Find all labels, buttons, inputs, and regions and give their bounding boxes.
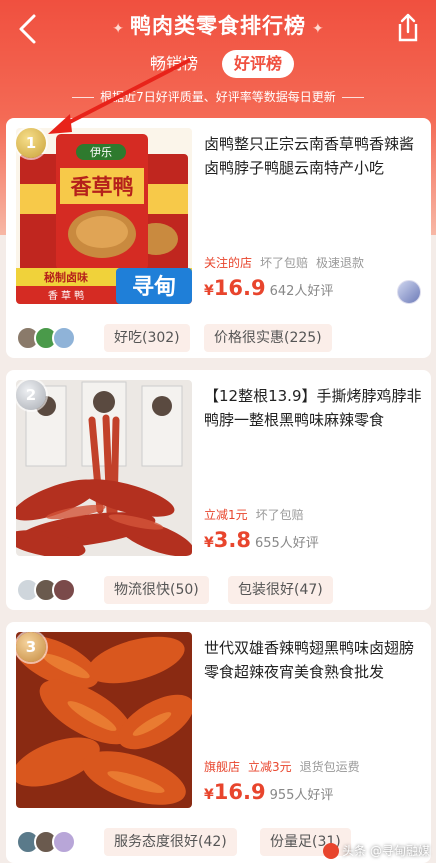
tab-good-reviews[interactable]: 好评榜 xyxy=(222,50,295,78)
tag-return-shipping: 退货包运费 xyxy=(299,760,360,774)
good-review-count-2: 655人好评 xyxy=(254,536,319,551)
package-strip-text: 秘制卤味 xyxy=(44,270,88,284)
duck-package-image: 伊乐 香草鸭 秘制卤味 香 草 鸭 寻甸 xyxy=(16,128,192,304)
review-tag[interactable]: 物流很快(50) xyxy=(104,576,209,604)
tag-flagship: 旗舰店 xyxy=(204,760,241,774)
review-tag[interactable]: 好吃(302) xyxy=(104,324,190,352)
package-sub-text: 香 草 鸭 xyxy=(48,289,84,302)
image-brand-label: 寻甸 xyxy=(132,274,176,300)
rank-medal-1: 1 xyxy=(16,128,46,158)
product-image-1[interactable]: 伊乐 香草鸭 秘制卤味 香 草 鸭 寻甸 xyxy=(16,128,192,304)
product-price-3: 16.9 xyxy=(213,780,266,804)
price-row-1: ¥16.9 642人好评 xyxy=(204,276,334,300)
product-card-2[interactable]: 2 【12整根13.9】手撕烤脖鸡脖非鸭脖一整根黑鸭味麻辣零食 立减1元 坏了包赔… xyxy=(6,370,431,610)
price-row-3: ¥16.9 955人好评 xyxy=(204,780,334,804)
duck-neck-image xyxy=(16,380,192,556)
share-icon[interactable] xyxy=(394,12,422,44)
title-ornament-left: ✦ xyxy=(112,20,124,37)
review-row-1: 好吃(302) 价格很实惠(225) xyxy=(16,322,426,354)
review-tag[interactable]: 包装很好(47) xyxy=(228,576,333,604)
price-row-2: ¥3.8 655人好评 xyxy=(204,528,319,552)
product-tags-1: 关注的店 坏了包赔 极速退款 xyxy=(204,254,372,271)
watermark: 头条 @寻甸融媒 xyxy=(323,842,430,859)
package-brand-text: 伊乐 xyxy=(90,146,112,159)
product-price-2: 3.8 xyxy=(213,528,251,552)
product-tags-3: 旗舰店 立减3元 退货包运费 xyxy=(204,758,368,775)
package-name-text: 香草鸭 xyxy=(71,175,134,199)
duck-wing-image xyxy=(16,632,192,808)
avatar xyxy=(52,830,76,854)
tag-discount: 立减3元 xyxy=(248,760,292,774)
review-row-2: 物流很快(50) 包装很好(47) xyxy=(16,574,426,606)
tag-fast-refund: 极速退款 xyxy=(316,256,365,270)
good-review-count-1: 642人好评 xyxy=(269,284,334,299)
page-title: 鸭肉类零食排行榜 xyxy=(130,14,306,38)
tag-followed-shop: 关注的店 xyxy=(204,256,253,270)
product-title-3[interactable]: 世代双雄香辣鸭翅黑鸭味卤翅膀零食超辣夜宵美食熟食批发 xyxy=(204,636,424,684)
product-image-3[interactable] xyxy=(16,632,192,808)
product-card-3[interactable]: 3 世代双雄香辣鸭翅黑鸭味卤翅膀零食超辣夜宵美食熟食批发 旗舰店 立减3元 退货包运… xyxy=(6,622,431,863)
good-review-count-3: 955人好评 xyxy=(269,788,334,803)
review-tag[interactable]: 价格很实惠(225) xyxy=(204,324,332,352)
tag-damage-refund: 坏了包赔 xyxy=(260,256,309,270)
tab-bestseller[interactable]: 畅销榜 xyxy=(150,50,198,78)
title-ornament-right: ✦ xyxy=(312,20,324,37)
rank-medal-3: 3 xyxy=(16,632,46,662)
rank-medal-2: 2 xyxy=(16,380,46,410)
toutiao-logo-icon xyxy=(323,843,340,859)
ranking-tabs: 畅销榜 好评榜 xyxy=(0,50,436,80)
product-image-2[interactable] xyxy=(16,380,192,556)
seller-avatar[interactable] xyxy=(397,280,421,304)
tag-discount: 立减1元 xyxy=(204,508,248,522)
product-price-1: 16.9 xyxy=(213,276,266,300)
tag-damage-refund: 坏了包赔 xyxy=(255,508,304,522)
product-title-2[interactable]: 【12整根13.9】手撕烤脖鸡脖非鸭脖一整根黑鸭味麻辣零食 xyxy=(204,384,424,432)
product-card-1[interactable]: 伊乐 香草鸭 秘制卤味 香 草 鸭 寻甸 1 卤鸭整只正宗云南香草鸭香辣酱卤鸭脖… xyxy=(6,118,431,358)
avatar xyxy=(52,578,76,602)
product-tags-2: 立减1元 坏了包赔 xyxy=(204,506,312,523)
update-note: 根据近7日好评质量、好评率等数据每日更新 xyxy=(0,88,436,105)
avatar xyxy=(52,326,76,350)
product-title-1[interactable]: 卤鸭整只正宗云南香草鸭香辣酱卤鸭脖子鸭腿云南特产小吃 xyxy=(204,132,424,180)
review-tag[interactable]: 服务态度很好(42) xyxy=(104,828,237,856)
